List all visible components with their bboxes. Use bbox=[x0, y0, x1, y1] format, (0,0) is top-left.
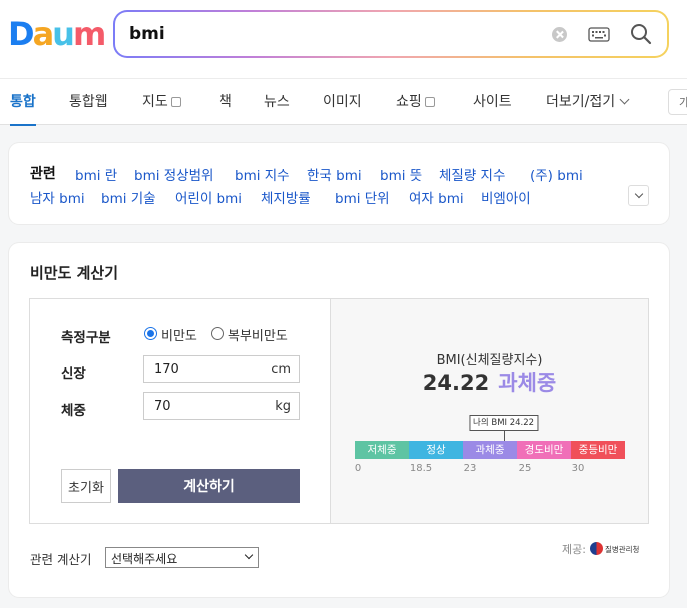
tab-images[interactable]: 이미지 bbox=[323, 79, 362, 125]
radio-bmi-label[interactable]: 비만도 bbox=[161, 325, 197, 344]
related-link[interactable]: 한국 bmi bbox=[307, 164, 362, 184]
search-icon[interactable] bbox=[630, 23, 652, 45]
related-link[interactable]: 체지방률 bbox=[261, 187, 311, 207]
clear-icon[interactable] bbox=[552, 27, 567, 42]
related-link[interactable]: bmi 단위 bbox=[335, 187, 390, 207]
radio-abdominal-label[interactable]: 복부비만도 bbox=[228, 325, 288, 344]
tab-sites[interactable]: 사이트 bbox=[473, 79, 512, 125]
provider-name: 질병관리청 bbox=[604, 545, 640, 554]
bmi-value: 24.22 bbox=[422, 371, 490, 395]
calculator-input-panel: 측정구분 비만도 복부비만도 신장 170 cm 체중 70 kg 초기화 계산… bbox=[30, 299, 331, 523]
tab-web[interactable]: 통합웹 bbox=[69, 79, 108, 125]
bmi-marker-label: 나의 BMI 24.22 bbox=[469, 415, 539, 431]
related-link[interactable]: 비엠아이 bbox=[481, 187, 531, 207]
scale-tick: 30 bbox=[571, 463, 585, 474]
scale-overweight: 과체중 bbox=[463, 441, 517, 459]
related-link[interactable]: 체질량 지수 bbox=[439, 164, 505, 184]
scale-tick: 23 bbox=[463, 463, 477, 474]
scale-normal: 정상 bbox=[409, 441, 463, 459]
weight-unit: kg bbox=[275, 399, 291, 414]
provider-credit: 제공: 질병관리청 bbox=[562, 541, 639, 557]
search-tab-bar: 통합 통합웹 지도 책 뉴스 이미지 쇼핑 사이트 더보기/접기 bbox=[0, 78, 687, 126]
search-box bbox=[113, 10, 669, 58]
related-link[interactable]: 어린이 bmi bbox=[175, 187, 242, 207]
bmi-marker-line bbox=[503, 431, 505, 441]
new-window-icon bbox=[424, 97, 435, 107]
weight-label: 체중 bbox=[61, 403, 86, 419]
bmi-caption: BMI(신체질량지수) bbox=[436, 353, 543, 368]
scale-tick: 25 bbox=[518, 463, 532, 474]
height-unit: cm bbox=[271, 362, 291, 377]
chevron-down-icon bbox=[619, 94, 630, 105]
related-title: 관련 bbox=[30, 166, 56, 182]
logo-letter: a bbox=[32, 15, 55, 53]
scale-mild-obesity: 경도비만 bbox=[517, 441, 571, 459]
related-link[interactable]: 남자 bmi bbox=[30, 187, 85, 207]
weight-field[interactable]: 70 kg bbox=[143, 392, 300, 420]
radio-bmi[interactable] bbox=[144, 327, 157, 340]
radio-abdominal[interactable] bbox=[211, 327, 224, 340]
logo-letter: m bbox=[72, 15, 106, 53]
select-value: 선택해주세요 bbox=[111, 552, 178, 566]
weight-value: 70 bbox=[154, 399, 171, 414]
related-link[interactable]: bmi 정상범위 bbox=[134, 164, 213, 184]
scale-moderate-obesity: 중등비만 bbox=[571, 441, 625, 459]
keyboard-icon[interactable] bbox=[588, 27, 610, 42]
bmi-result: 24.22 과체중 bbox=[331, 367, 648, 397]
bmi-result-panel: BMI(신체질량지수) 24.22 과체중 나의 BMI 24.22 저체중 정… bbox=[331, 299, 648, 523]
logo-letter: D bbox=[8, 15, 35, 53]
related-link[interactable]: bmi 뜻 bbox=[380, 164, 422, 184]
provider-label: 제공: bbox=[562, 543, 586, 556]
calculator-box: 측정구분 비만도 복부비만도 신장 170 cm 체중 70 kg 초기화 계산… bbox=[29, 298, 649, 524]
related-searches-card: 관련 bmi 란 bmi 정상범위 bmi 지수 한국 bmi bmi 뜻 체질… bbox=[9, 143, 669, 224]
calculate-button[interactable]: 계산하기 bbox=[118, 469, 300, 503]
related-calculator-select[interactable]: 선택해주세요 bbox=[105, 547, 259, 568]
tab-books[interactable]: 책 bbox=[219, 79, 232, 125]
calculator-title: 비만도 계산기 bbox=[30, 264, 119, 282]
tab-option-button[interactable]: 가 bbox=[668, 89, 687, 115]
related-link[interactable]: bmi 기술 bbox=[101, 187, 156, 207]
daum-logo[interactable]: D a u m bbox=[8, 15, 106, 53]
measure-type-label: 측정구분 bbox=[61, 330, 111, 346]
bmi-status: 과체중 bbox=[498, 371, 557, 395]
scale-underweight: 저체중 bbox=[355, 441, 409, 459]
scale-tick: 18.5 bbox=[409, 463, 433, 474]
related-link[interactable]: bmi 지수 bbox=[235, 164, 290, 184]
search-input[interactable] bbox=[129, 22, 509, 46]
height-value: 170 bbox=[154, 362, 179, 377]
tab-more[interactable]: 더보기/접기 bbox=[546, 79, 630, 125]
logo-letter: u bbox=[52, 15, 75, 53]
expand-related-button[interactable] bbox=[628, 185, 649, 206]
reset-button[interactable]: 초기화 bbox=[61, 469, 111, 503]
bmi-scale: 저체중 정상 과체중 경도비만 중등비만 bbox=[355, 441, 625, 459]
kdca-logo-icon bbox=[589, 542, 603, 555]
bmi-calculator-card: 비만도 계산기 측정구분 비만도 복부비만도 신장 170 cm 체중 70 k… bbox=[9, 243, 669, 597]
chevron-down-icon bbox=[244, 550, 254, 560]
tab-integrated[interactable]: 통합 bbox=[10, 79, 36, 126]
related-calculator-label: 관련 계산기 bbox=[30, 552, 92, 567]
height-label: 신장 bbox=[61, 366, 86, 382]
tab-shopping[interactable]: 쇼핑 bbox=[396, 79, 435, 125]
header: D a u m bbox=[0, 0, 687, 78]
related-link[interactable]: (주) bmi bbox=[530, 164, 583, 184]
tab-news[interactable]: 뉴스 bbox=[264, 79, 290, 125]
scale-tick: 0 bbox=[354, 463, 362, 474]
height-field[interactable]: 170 cm bbox=[143, 355, 300, 383]
tab-map[interactable]: 지도 bbox=[142, 79, 181, 125]
new-window-icon bbox=[170, 97, 181, 107]
related-link[interactable]: bmi 란 bbox=[75, 164, 117, 184]
related-link[interactable]: 여자 bmi bbox=[409, 187, 464, 207]
